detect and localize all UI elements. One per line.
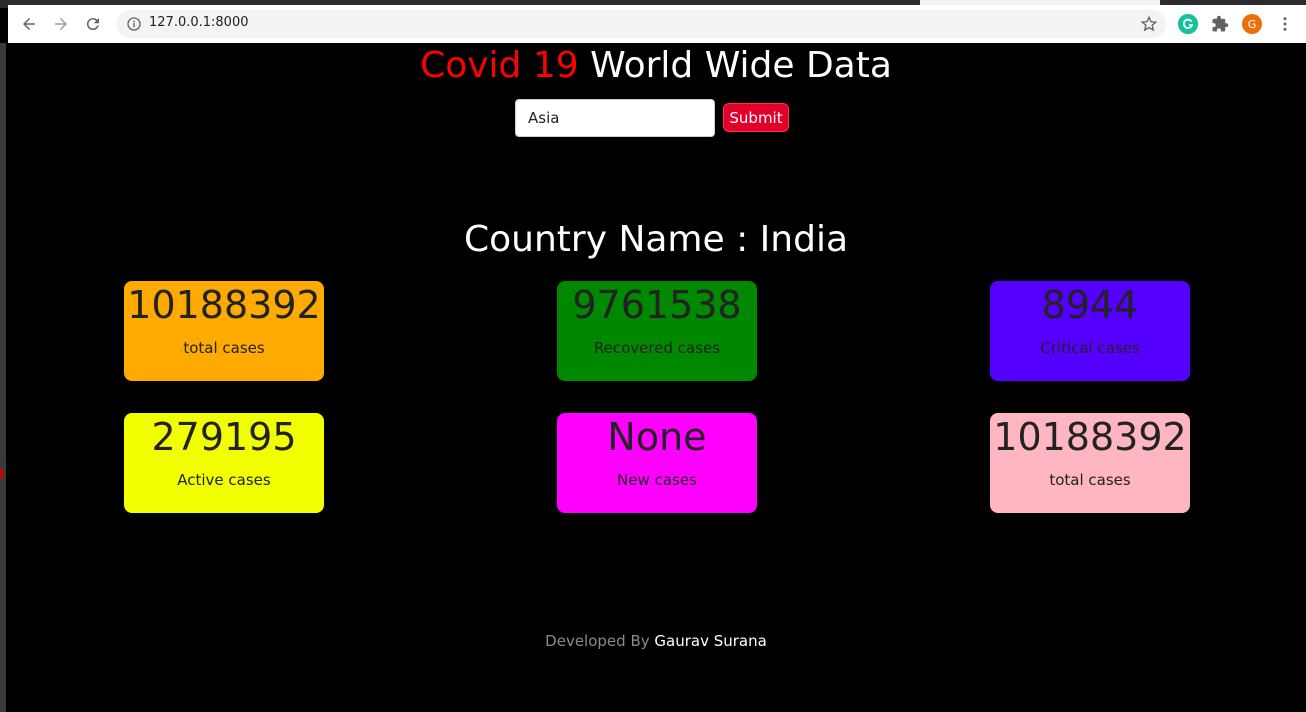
- address-bar[interactable]: 127.0.0.1:8000: [116, 10, 1166, 38]
- stat-value: 10188392: [993, 415, 1187, 459]
- bookmark-star-icon[interactable]: [1140, 15, 1158, 33]
- title-highlight: Covid 19: [420, 45, 579, 86]
- profile-avatar[interactable]: G: [1242, 14, 1262, 34]
- footer-credit: Developed By Gaurav Surana: [6, 632, 1306, 650]
- edge-marker: [0, 469, 3, 479]
- stat-card-active-cases: 279195 Active cases: [124, 413, 324, 513]
- title-rest: World Wide Data: [590, 45, 892, 86]
- stat-value: None: [607, 415, 707, 459]
- region-search-input[interactable]: [515, 99, 715, 137]
- forward-icon[interactable]: [50, 13, 72, 35]
- footer-prefix: Developed By: [545, 632, 650, 650]
- page-content: Covid 19 World Wide Data Submit Country …: [6, 43, 1306, 712]
- stat-card-critical-cases: 8944 Critical cases: [990, 281, 1190, 381]
- stat-label: New cases: [617, 471, 697, 489]
- stat-label: Active cases: [177, 471, 271, 489]
- browser-toolbar: 127.0.0.1:8000 G: [8, 5, 1306, 43]
- stat-value: 10188392: [127, 283, 321, 327]
- page-title: Covid 19 World Wide Data: [6, 45, 1306, 86]
- stat-card-recovered-cases: 9761538 Recovered cases: [557, 281, 757, 381]
- stat-label: total cases: [1049, 471, 1131, 489]
- stat-card-new-cases: None New cases: [557, 413, 757, 513]
- stat-card-total-cases-2: 10188392 total cases: [990, 413, 1190, 513]
- footer-author: Gaurav Surana: [654, 632, 767, 650]
- submit-button[interactable]: Submit: [723, 103, 789, 132]
- browser-menu-icon[interactable]: [1274, 13, 1296, 35]
- stat-label: total cases: [183, 339, 265, 357]
- stat-label: Critical cases: [1040, 339, 1140, 357]
- reload-icon[interactable]: [82, 13, 104, 35]
- country-heading: Country Name : India: [463, 219, 849, 260]
- grammarly-icon[interactable]: [1178, 14, 1198, 34]
- stat-label: Recovered cases: [593, 339, 721, 357]
- stat-value: 8944: [1041, 283, 1139, 327]
- extensions-puzzle-icon[interactable]: [1210, 14, 1230, 34]
- stat-value: 279195: [151, 415, 297, 459]
- url-text[interactable]: 127.0.0.1:8000: [149, 15, 249, 30]
- back-icon[interactable]: [18, 13, 40, 35]
- stat-card-total-cases: 10188392 total cases: [124, 281, 324, 381]
- site-info-icon[interactable]: [126, 16, 142, 32]
- stat-value: 9761538: [572, 283, 742, 327]
